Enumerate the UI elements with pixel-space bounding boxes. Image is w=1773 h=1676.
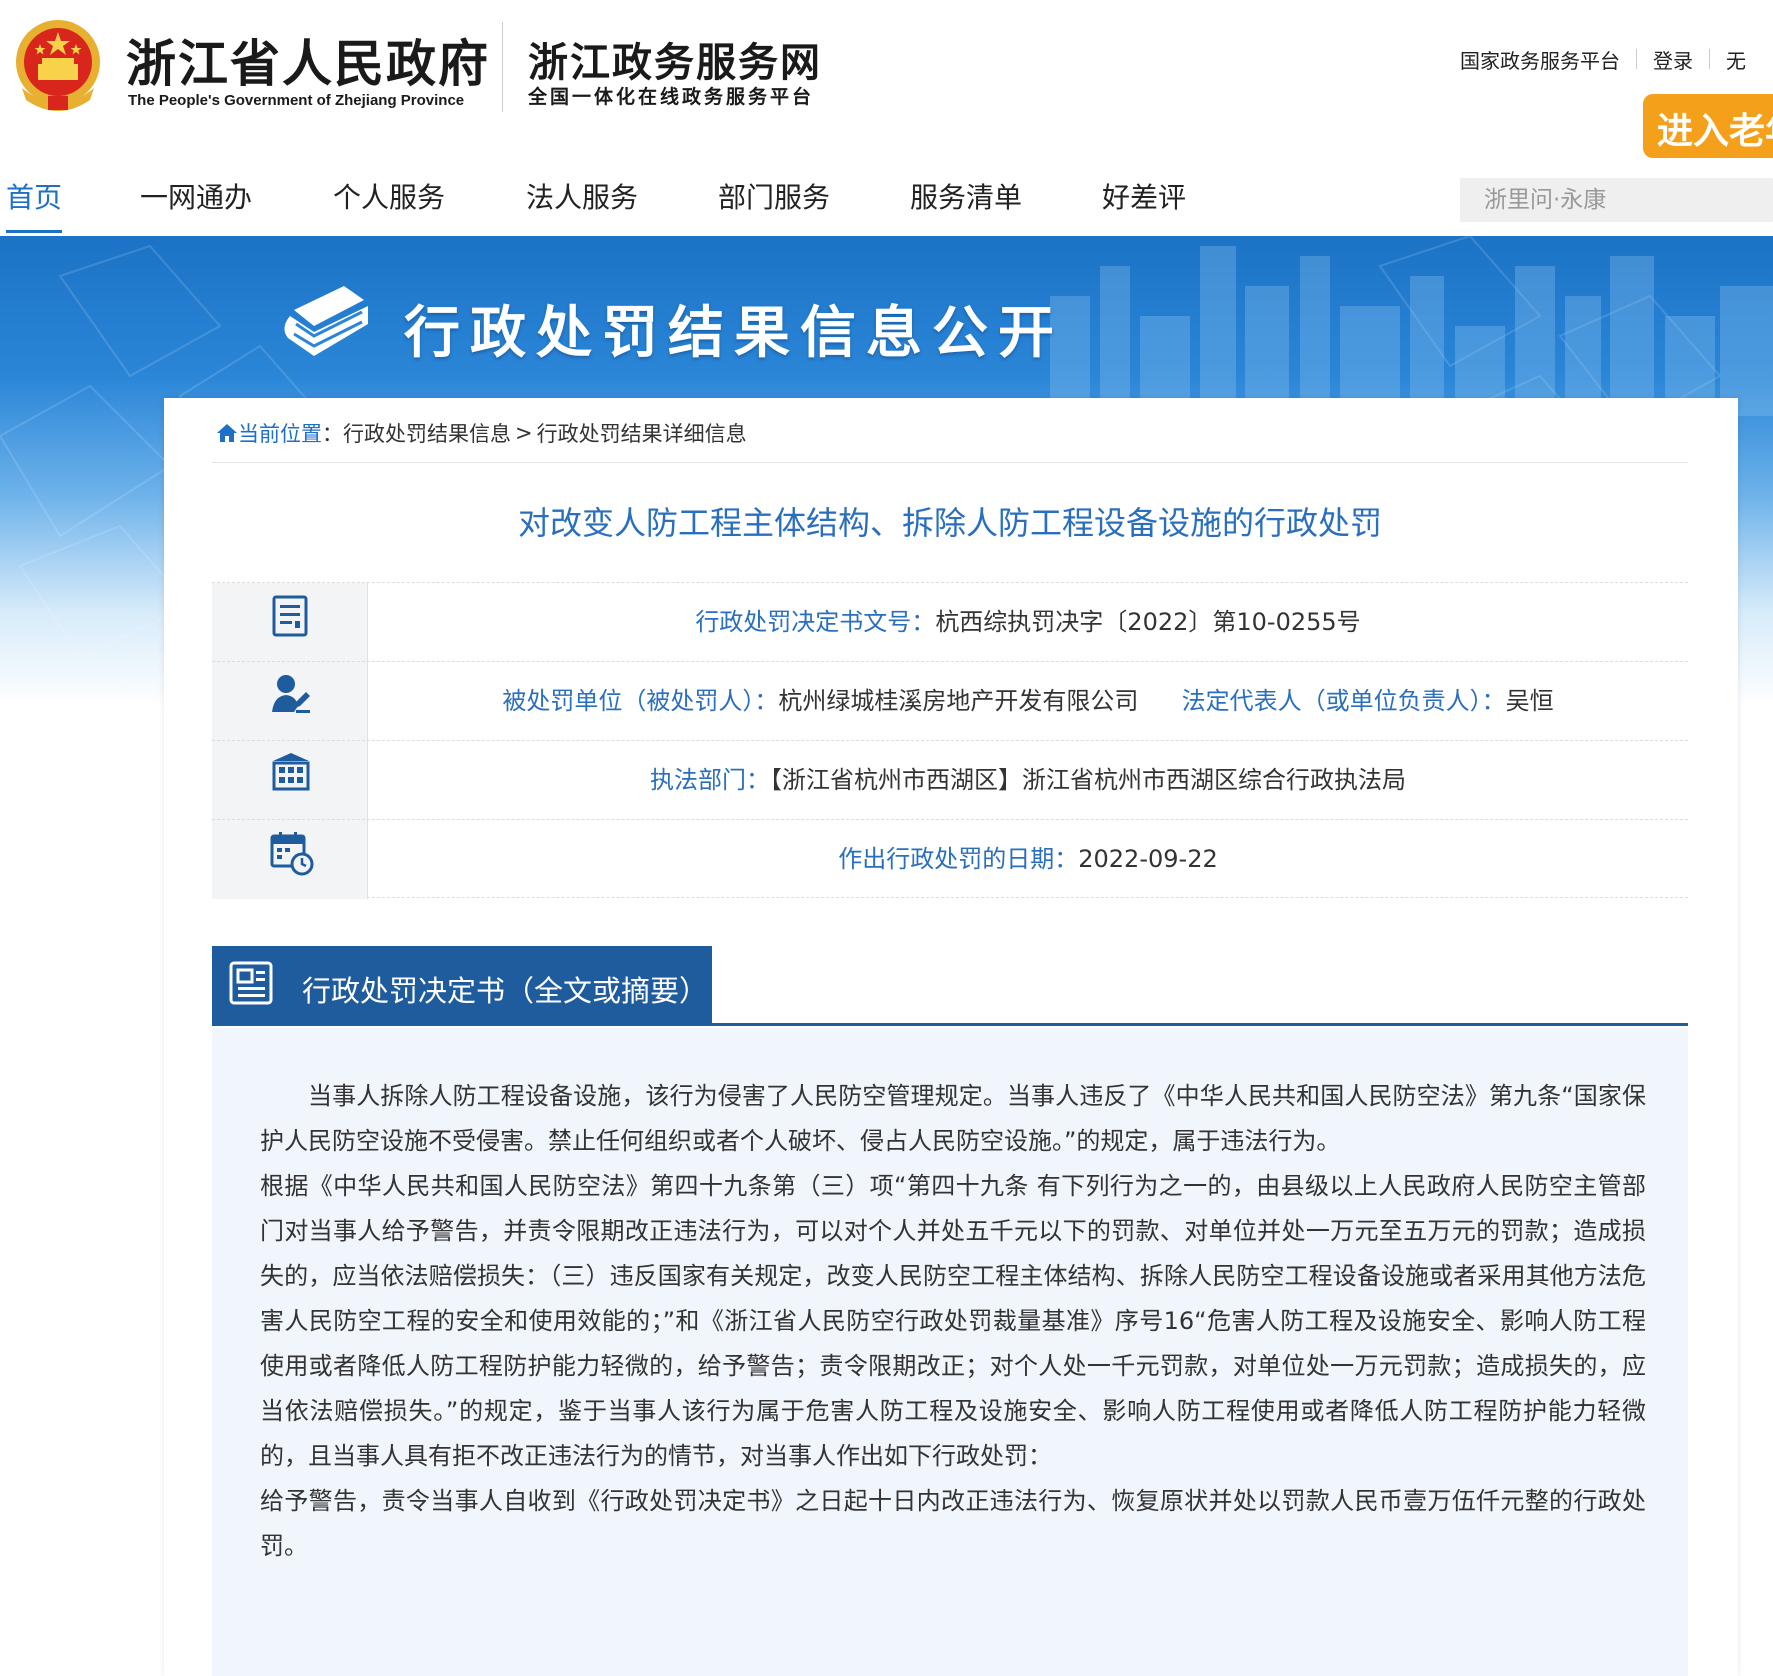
link-separator <box>1636 49 1637 69</box>
decision-section-title: 行政处罚决定书（全文或摘要） <box>302 974 709 1008</box>
building-icon <box>272 753 310 791</box>
breadcrumb-item-list[interactable]: 行政处罚结果信息 <box>343 418 511 448</box>
document-icon <box>272 595 308 637</box>
link-separator <box>1709 49 1710 69</box>
info-table: 行政处罚决定书文号：杭西综执罚决字〔2022〕第10-0255号 被处罚单位（被… <box>212 582 1688 899</box>
legal-representative-label: 法定代表人（或单位负责人）： <box>1181 687 1506 715</box>
decision-number-value: 杭西综执罚决字〔2022〕第10-0255号 <box>935 608 1361 636</box>
breadcrumb-item-detail: 行政处罚结果详细信息 <box>536 422 747 446</box>
info-text: 行政处罚决定书文号：杭西综执罚决字〔2022〕第10-0255号 <box>368 583 1688 662</box>
decision-section-tab: 行政处罚决定书（全文或摘要） <box>212 946 712 1025</box>
nav-item-legal-entity[interactable]: 法人服务 <box>526 176 638 232</box>
enforcement-department-value: 【浙江省杭州市西湖区】浙江省杭州市西湖区综合行政执法局 <box>770 766 1406 794</box>
nav-item-personal[interactable]: 个人服务 <box>333 176 445 232</box>
service-portal-subtitle: 全国一体化在线政务服务平台 <box>528 86 815 108</box>
newspaper-icon <box>229 961 273 1005</box>
national-platform-link[interactable]: 国家政务服务平台 <box>1460 45 1620 74</box>
site-header: 浙江省人民政府 The People's Government of Zheji… <box>0 0 1773 158</box>
penalized-party-label: 被处罚单位（被处罚人）： <box>502 687 779 715</box>
info-row-enforcement-department: 执法部门：【浙江省杭州市西湖区】浙江省杭州市西湖区综合行政执法局 <box>212 740 1688 820</box>
decision-paragraph: 根据《中华人民共和国人民防空法》第四十九条第（三）项“第四十九条 有下列行为之一… <box>260 1172 1646 1470</box>
nav-active-indicator <box>6 230 62 233</box>
nav-item-one-stop[interactable]: 一网通办 <box>140 176 252 232</box>
search-box <box>1460 178 1773 222</box>
national-emblem-icon <box>16 20 100 111</box>
breadcrumb: 当前位置 ： 行政处罚结果信息 > 行政处罚结果详细信息 <box>216 418 747 448</box>
decision-paragraph: 当事人拆除人防工程设备设施，该行为侵害了人民防空管理规定。当事人违反了《中华人民… <box>260 1082 1646 1155</box>
home-icon <box>217 424 237 442</box>
decision-body: 当事人拆除人防工程设备设施，该行为侵害了人民防空管理规定。当事人违反了《中华人民… <box>212 1028 1688 1676</box>
banner-title: 行政处罚结果信息公开 <box>404 300 1064 366</box>
login-link[interactable]: 登录 <box>1653 45 1693 74</box>
penalized-party-value: 杭州绿城桂溪房地产开发有限公司 <box>778 687 1139 715</box>
penalty-date-value: 2022-09-22 <box>1078 845 1218 873</box>
detail-title: 对改变人防工程主体结构、拆除人防工程设备设施的行政处罚 <box>517 504 1382 542</box>
info-row-penalized-party: 被处罚单位（被处罚人）：杭州绿城桂溪房地产开发有限公司 法定代表人（或单位负责人… <box>212 661 1688 741</box>
info-text: 作出行政处罚的日期：2022-09-22 <box>368 820 1688 899</box>
enforcement-department-label: 执法部门： <box>650 766 770 794</box>
info-icon-cell <box>212 583 368 662</box>
nav-item-service-list[interactable]: 服务清单 <box>910 176 1022 232</box>
breadcrumb-home[interactable]: 当前位置 <box>216 418 322 448</box>
person-icon <box>272 675 310 713</box>
header-divider <box>502 22 503 112</box>
info-text: 执法部门：【浙江省杭州市西湖区】浙江省杭州市西湖区综合行政执法局 <box>368 741 1688 820</box>
calendar-clock-icon <box>270 832 314 876</box>
info-icon-cell <box>212 741 368 820</box>
decision-number-label: 行政处罚决定书文号： <box>695 608 936 636</box>
search-input[interactable] <box>1460 178 1773 222</box>
nav-item-evaluation[interactable]: 好差评 <box>1102 176 1186 232</box>
info-icon-cell <box>212 820 368 899</box>
government-title: 浙江省人民政府 <box>126 34 490 93</box>
legal-representative-value: 吴恒 <box>1505 687 1554 715</box>
breadcrumb-colon: ： <box>322 422 343 446</box>
page: 浙江省人民政府 The People's Government of Zheji… <box>0 0 1773 1676</box>
breadcrumb-label: 当前位置 <box>238 422 322 446</box>
info-text: 被处罚单位（被处罚人）：杭州绿城桂溪房地产开发有限公司 法定代表人（或单位负责人… <box>368 662 1688 741</box>
info-row-document-number: 行政处罚决定书文号：杭西综执罚决字〔2022〕第10-0255号 <box>212 582 1688 662</box>
info-icon-cell <box>212 662 368 741</box>
decision-section-header: 行政处罚决定书（全文或摘要） <box>212 946 1688 1026</box>
decision-paragraph: 给予警告，责令当事人自收到《行政处罚决定书》之日起十日内改正违法行为、恢复原状并… <box>260 1487 1646 1560</box>
top-links: 国家政务服务平台 登录 无 <box>1460 45 1746 74</box>
breadcrumb-separator: > <box>515 421 533 445</box>
accessibility-link[interactable]: 无 <box>1726 45 1746 74</box>
penalty-date-label: 作出行政处罚的日期： <box>838 845 1079 873</box>
breadcrumb-divider <box>212 462 1688 463</box>
info-row-penalty-date: 作出行政处罚的日期：2022-09-22 <box>212 819 1688 899</box>
nav-item-home[interactable]: 首页 <box>6 176 62 232</box>
book-icon <box>284 286 368 356</box>
content-card: 当前位置 ： 行政处罚结果信息 > 行政处罚结果详细信息 对改变人防工程主体结构… <box>164 398 1738 1676</box>
nav-item-department[interactable]: 部门服务 <box>718 176 830 232</box>
service-portal-title: 浙江政务服务网 <box>528 39 822 86</box>
government-subtitle: The People's Government of Zhejiang Prov… <box>128 92 465 109</box>
elder-mode-button[interactable]: 进入老年 <box>1643 94 1773 158</box>
